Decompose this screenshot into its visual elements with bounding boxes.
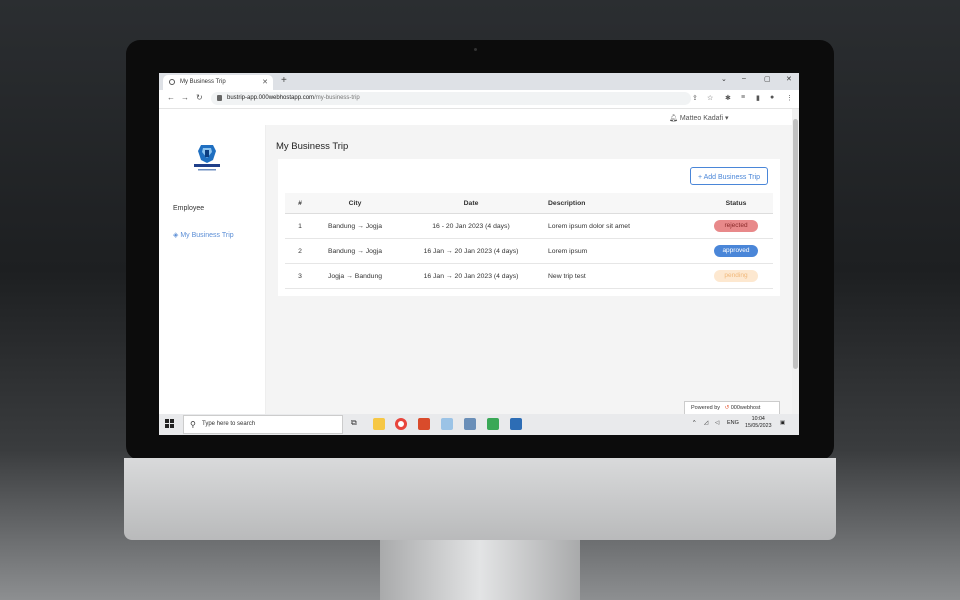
app-logo [194, 145, 220, 171]
cell-number: 1 [285, 213, 315, 239]
col-header-date: Date [395, 193, 547, 214]
webhost-logo-icon: ↺ [724, 405, 730, 411]
forward-icon[interactable]: → [181, 93, 189, 102]
windows-taskbar: ⚲ Type here to search ⧉ ^ ◿ ◁ ENG 10:04 … [159, 414, 799, 435]
app-icon-blue[interactable] [464, 418, 476, 430]
screen: My Business Trip ✕ + ⌄ – ▢ ✕ ← → ↻ bustr… [159, 73, 799, 435]
table-row: 2 Bandung → Jogja 16 Jan → 20 Jan 2023 (4 … [285, 238, 773, 264]
media-icon[interactable]: ≡ [741, 94, 745, 101]
app-icon-green[interactable] [487, 418, 499, 430]
cell-date: 16 Jan → 20 Jan 2023 (4 days) [395, 263, 547, 289]
sidebar: Employee ◈ My Business Trip [159, 125, 266, 414]
cell-city: Bandung → Jogja [315, 213, 395, 239]
profile-icon[interactable]: ● [770, 94, 774, 101]
bookmark-star-icon[interactable]: ☆ [707, 94, 713, 102]
file-explorer-icon[interactable] [373, 418, 385, 430]
scrollbar-thumb[interactable] [793, 119, 798, 369]
restore-button[interactable]: ▢ [764, 75, 771, 83]
language-indicator[interactable]: ENG [727, 420, 739, 426]
page-title: My Business Trip [276, 141, 349, 152]
web-page: Employee ◈ My Business Trip My Business … [159, 109, 792, 414]
cell-status: pending [699, 263, 773, 289]
share-icon[interactable]: ⇪ [692, 94, 698, 102]
powered-brand: 000webhost [730, 405, 761, 411]
chrome-icon[interactable] [395, 418, 407, 430]
url-field[interactable]: bustrip-app.000webhostapp.com/my-busines… [211, 92, 691, 105]
app-icon-red[interactable] [418, 418, 430, 430]
monitor-camera [474, 48, 477, 51]
col-header-status: Status [699, 193, 773, 214]
menu-icon[interactable]: ⋮ [786, 94, 793, 102]
url-text: bustrip-app.000webhostapp.com/my-busines… [227, 95, 360, 101]
user-menu[interactable]: 🔔︎ Matteo Kadafi ▾ [669, 114, 729, 122]
cell-status: rejected [699, 213, 773, 239]
table-header-row: # City Date Description Status [285, 193, 773, 214]
monitor-stand [380, 540, 580, 600]
search-placeholder: Type here to search [202, 421, 256, 427]
windows-start-icon[interactable] [165, 419, 175, 429]
browser-tab[interactable]: My Business Trip ✕ [163, 75, 273, 90]
tray-chevron-up-icon[interactable]: ^ [693, 420, 696, 426]
status-badge: pending [714, 270, 758, 282]
taskbar-clock[interactable]: 10:04 15/05/2023 [745, 416, 772, 430]
network-icon[interactable]: ◿ [704, 420, 708, 426]
extensions-icon[interactable]: ✱ [725, 94, 731, 102]
back-icon[interactable]: ← [167, 93, 175, 102]
minimize-button[interactable]: – [742, 75, 746, 82]
add-business-trip-button[interactable]: + Add Business Trip [690, 167, 768, 185]
taskbar-search-box[interactable]: ⚲ Type here to search [183, 415, 343, 434]
globe-icon [169, 79, 175, 85]
address-bar: ← → ↻ bustrip-app.000webhostapp.com/my-b… [159, 90, 799, 109]
cell-date: 16 - 20 Jan 2023 (4 days) [395, 213, 547, 239]
bell-icon: 🔔︎ [669, 115, 678, 122]
sidebar-item-label: My Business Trip [180, 232, 234, 239]
main-content: My Business Trip + Add Business Trip # C… [266, 125, 792, 414]
monitor-chin [124, 458, 836, 540]
caret-down-icon: ▾ [725, 115, 729, 122]
sidebar-item-my-business-trip[interactable]: ◈ My Business Trip [173, 231, 234, 239]
tab-search-icon[interactable]: ⌄ [721, 75, 727, 83]
browser-tab-bar: My Business Trip ✕ + ⌄ – ▢ ✕ [159, 73, 799, 90]
cell-number: 2 [285, 238, 315, 264]
sidebar-section-employee: Employee [173, 205, 205, 212]
table-row: 1 Bandung → Jogja 16 - 20 Jan 2023 (4 days… [285, 213, 773, 239]
table-row: 3 Jogja → Bandung 16 Jan → 20 Jan 2023 (4 … [285, 263, 773, 289]
app-icon-dark-blue[interactable] [510, 418, 522, 430]
task-view-icon[interactable]: ⧉ [351, 418, 363, 430]
col-header-number: # [285, 193, 315, 214]
clock-date: 15/05/2023 [745, 423, 772, 429]
status-badge: approved [714, 245, 758, 257]
trip-card: + Add Business Trip # City Date Descript… [278, 159, 780, 296]
col-header-description: Description [547, 193, 699, 214]
col-header-city: City [315, 193, 395, 214]
powered-by-badge[interactable]: Powered by ↺ 000webhost [684, 401, 780, 415]
clock-time: 10:04 [751, 416, 765, 422]
search-icon: ⚲ [190, 420, 196, 429]
cell-number: 3 [285, 263, 315, 289]
table-body: 1 Bandung → Jogja 16 - 20 Jan 2023 (4 days… [285, 213, 773, 289]
user-name: Matteo Kadafi [679, 115, 724, 122]
cell-description: New trip test [547, 263, 699, 289]
powered-by-text: Powered by [691, 405, 721, 411]
app-icon-light-blue[interactable] [441, 418, 453, 430]
close-window-button[interactable]: ✕ [786, 75, 792, 83]
layers-icon: ◈ [173, 232, 179, 239]
reload-icon[interactable]: ↻ [196, 93, 203, 102]
volume-icon[interactable]: ◁ [715, 420, 719, 426]
lock-icon [217, 95, 222, 101]
trip-table: # City Date Description Status 1 Bandung … [285, 193, 773, 289]
cell-description: Lorem ipsum [547, 238, 699, 264]
tab-title: My Business Trip [180, 79, 226, 85]
cell-description: Lorem ipsum dolor sit amet [547, 213, 699, 239]
status-badge: rejected [714, 220, 758, 232]
close-tab-icon[interactable]: ✕ [262, 78, 268, 86]
page-scrollbar[interactable] [792, 109, 799, 414]
side-panel-icon[interactable]: ▮ [756, 94, 760, 102]
cell-city: Bandung → Jogja [315, 238, 395, 264]
cell-date: 16 Jan → 20 Jan 2023 (4 days) [395, 238, 547, 264]
cell-status: approved [699, 238, 773, 264]
notification-icon[interactable]: ▣ [780, 420, 785, 426]
cell-city: Jogja → Bandung [315, 263, 395, 289]
new-tab-button[interactable]: + [281, 75, 287, 86]
